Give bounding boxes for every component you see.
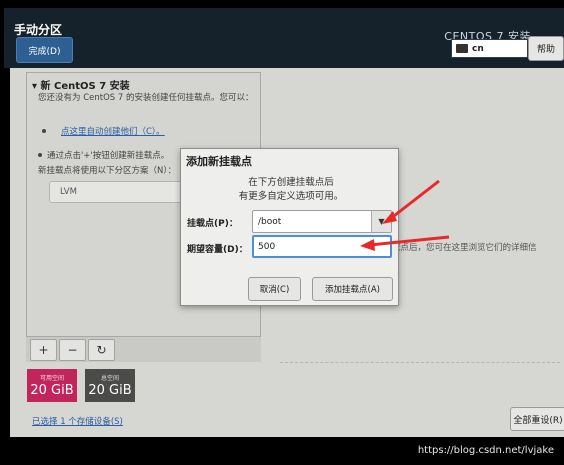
annotation-arrows <box>360 179 450 251</box>
installer-screen: 手动分区 完成(D) CENTOS 7 安装 cn 帮助 ▾ 新 CentOS … <box>0 0 564 465</box>
watermark: https://blog.csdn.net/lvjake <box>417 445 554 456</box>
arrow-to-mount-point <box>382 179 440 224</box>
arrow-to-capacity <box>360 235 450 251</box>
